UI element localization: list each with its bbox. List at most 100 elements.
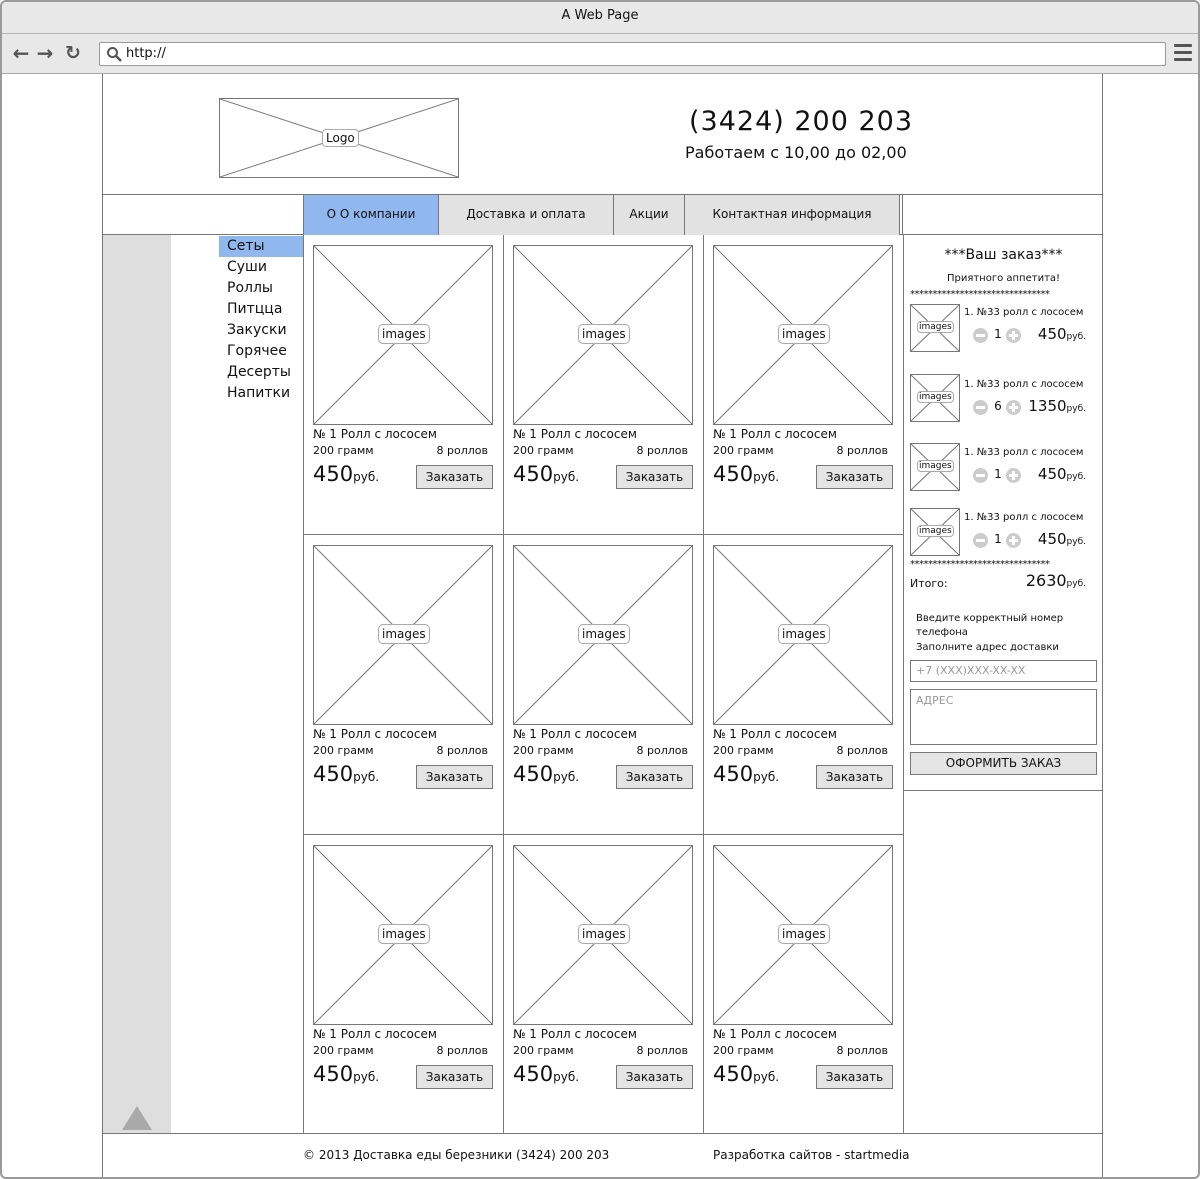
product-count: 8 роллов [636, 444, 688, 457]
address-hint: Заполните адрес доставки [916, 642, 1059, 653]
total-label: Итого: [910, 577, 948, 590]
hamburger-menu-icon[interactable] [1174, 44, 1192, 62]
phone-input[interactable]: +7 (XXX)XXX-XX-XX [910, 660, 1097, 682]
search-icon [107, 47, 122, 62]
product-price: 450руб. [313, 762, 379, 786]
category-hot[interactable]: Горячее [219, 341, 303, 362]
product-name: № 1 Ролл с лососем [513, 427, 637, 441]
image-label: images [778, 324, 830, 344]
product-image[interactable]: images [513, 845, 693, 1025]
product-name: № 1 Ролл с лососем [313, 727, 437, 741]
order-item-price: 450руб. [1016, 465, 1086, 483]
order-button[interactable]: Заказать [816, 465, 893, 489]
tab-contacts[interactable]: Контактная информация [685, 195, 900, 235]
nav-empty-area [902, 195, 1102, 235]
address-bar[interactable]: http:// [99, 42, 1166, 66]
browser-toolbar: ← → ↻ http:// [2, 34, 1198, 74]
product-image[interactable]: images [313, 245, 493, 425]
minus-icon[interactable] [973, 328, 988, 343]
total-amount: 2630 [1025, 571, 1067, 590]
order-item-price: 450руб. [1016, 530, 1086, 548]
order-button[interactable]: Заказать [416, 1065, 493, 1089]
order-item-qty: 6 [994, 399, 1002, 413]
price-currency: руб. [353, 1070, 380, 1084]
image-label: images [917, 460, 954, 472]
price-value: 450 [513, 462, 554, 486]
minus-icon[interactable] [973, 468, 988, 483]
address-input[interactable]: АДРЕС [910, 689, 1097, 745]
main-nav: О О компании Доставка и оплата Акции Кон… [303, 195, 902, 235]
developer-link[interactable]: Разработка сайтов - startmedia [713, 1148, 910, 1162]
order-button[interactable]: Заказать [616, 765, 693, 789]
product-image[interactable]: images [313, 545, 493, 725]
reload-icon[interactable]: ↻ [62, 42, 84, 64]
logo-placeholder[interactable]: Logo [219, 98, 459, 178]
scroll-up-icon[interactable] [121, 1104, 153, 1132]
order-button[interactable]: Заказать [616, 1065, 693, 1089]
product-card: images № 1 Ролл с лососем 200 грамм 8 ро… [503, 235, 703, 535]
order-title: ***Ваш заказ*** [944, 247, 1063, 263]
tab-promotions[interactable]: Акции [614, 195, 685, 235]
image-label: images [917, 321, 954, 333]
product-image[interactable]: images [713, 545, 893, 725]
price-value: 450 [1037, 325, 1067, 343]
image-label: images [578, 624, 630, 644]
order-button[interactable]: Заказать [416, 765, 493, 789]
product-card: images № 1 Ролл с лососем 200 грамм 8 ро… [303, 535, 503, 835]
back-arrow-icon[interactable]: ← [10, 42, 32, 64]
order-button[interactable]: Заказать [816, 1065, 893, 1089]
image-label: images [917, 391, 954, 403]
category-sets[interactable]: Сеты [219, 236, 303, 257]
header-phone: (3424) 200 203 [689, 106, 914, 137]
order-item-image: images [910, 304, 960, 352]
product-image[interactable]: images [513, 245, 693, 425]
price-currency: руб. [1066, 404, 1086, 414]
order-item-qty: 1 [994, 532, 1002, 546]
price-value: 450 [313, 762, 354, 786]
product-image[interactable]: images [713, 845, 893, 1025]
order-item-name: 1. №33 ролл с лососем [964, 512, 1084, 523]
product-count: 8 роллов [836, 1044, 888, 1057]
category-snacks[interactable]: Закуски [219, 320, 303, 341]
product-image[interactable]: images [313, 845, 493, 1025]
tab-about[interactable]: О О компании [304, 195, 439, 235]
product-count: 8 роллов [436, 444, 488, 457]
product-price: 450руб. [513, 462, 579, 486]
price-value: 450 [513, 762, 554, 786]
order-button[interactable]: Заказать [816, 765, 893, 789]
product-weight: 200 грамм [713, 1044, 774, 1057]
price-value: 450 [713, 462, 754, 486]
image-label: images [378, 324, 430, 344]
category-pizza[interactable]: Питцца [219, 299, 303, 320]
sidebar-strip [103, 235, 171, 1134]
minus-icon[interactable] [973, 400, 988, 415]
category-rolls[interactable]: Роллы [219, 278, 303, 299]
forward-arrow-icon[interactable]: → [34, 42, 56, 64]
category-sushi[interactable]: Суши [219, 257, 303, 278]
product-card: images № 1 Ролл с лососем 200 грамм 8 ро… [503, 535, 703, 835]
checkout-button[interactable]: ОФОРМИТЬ ЗАКАЗ [910, 752, 1097, 775]
product-card: images № 1 Ролл с лососем 200 грамм 8 ро… [703, 235, 903, 535]
order-item-price: 450руб. [1016, 325, 1086, 343]
order-button[interactable]: Заказать [616, 465, 693, 489]
product-weight: 200 грамм [313, 444, 374, 457]
price-currency: руб. [1066, 472, 1086, 482]
minus-icon[interactable] [973, 533, 988, 548]
tab-delivery[interactable]: Доставка и оплата [439, 195, 614, 235]
price-currency: руб. [1066, 537, 1086, 547]
price-currency: руб. [753, 770, 780, 784]
product-name: № 1 Ролл с лососем [513, 727, 637, 741]
order-button[interactable]: Заказать [416, 465, 493, 489]
product-image[interactable]: images [713, 245, 893, 425]
product-name: № 1 Ролл с лососем [513, 1027, 637, 1041]
product-image[interactable]: images [513, 545, 693, 725]
category-desserts[interactable]: Десерты [219, 362, 303, 383]
logo-label: Logo [322, 129, 359, 147]
product-card: images № 1 Ролл с лососем 200 грамм 8 ро… [703, 535, 903, 835]
product-count: 8 роллов [836, 444, 888, 457]
order-item-image: images [910, 508, 960, 556]
order-item-name: 1. №33 ролл с лососем [964, 447, 1084, 458]
product-card: images № 1 Ролл с лососем 200 грамм 8 ро… [303, 235, 503, 535]
url-text: http:// [126, 46, 166, 61]
category-drinks[interactable]: Напитки [219, 383, 303, 404]
